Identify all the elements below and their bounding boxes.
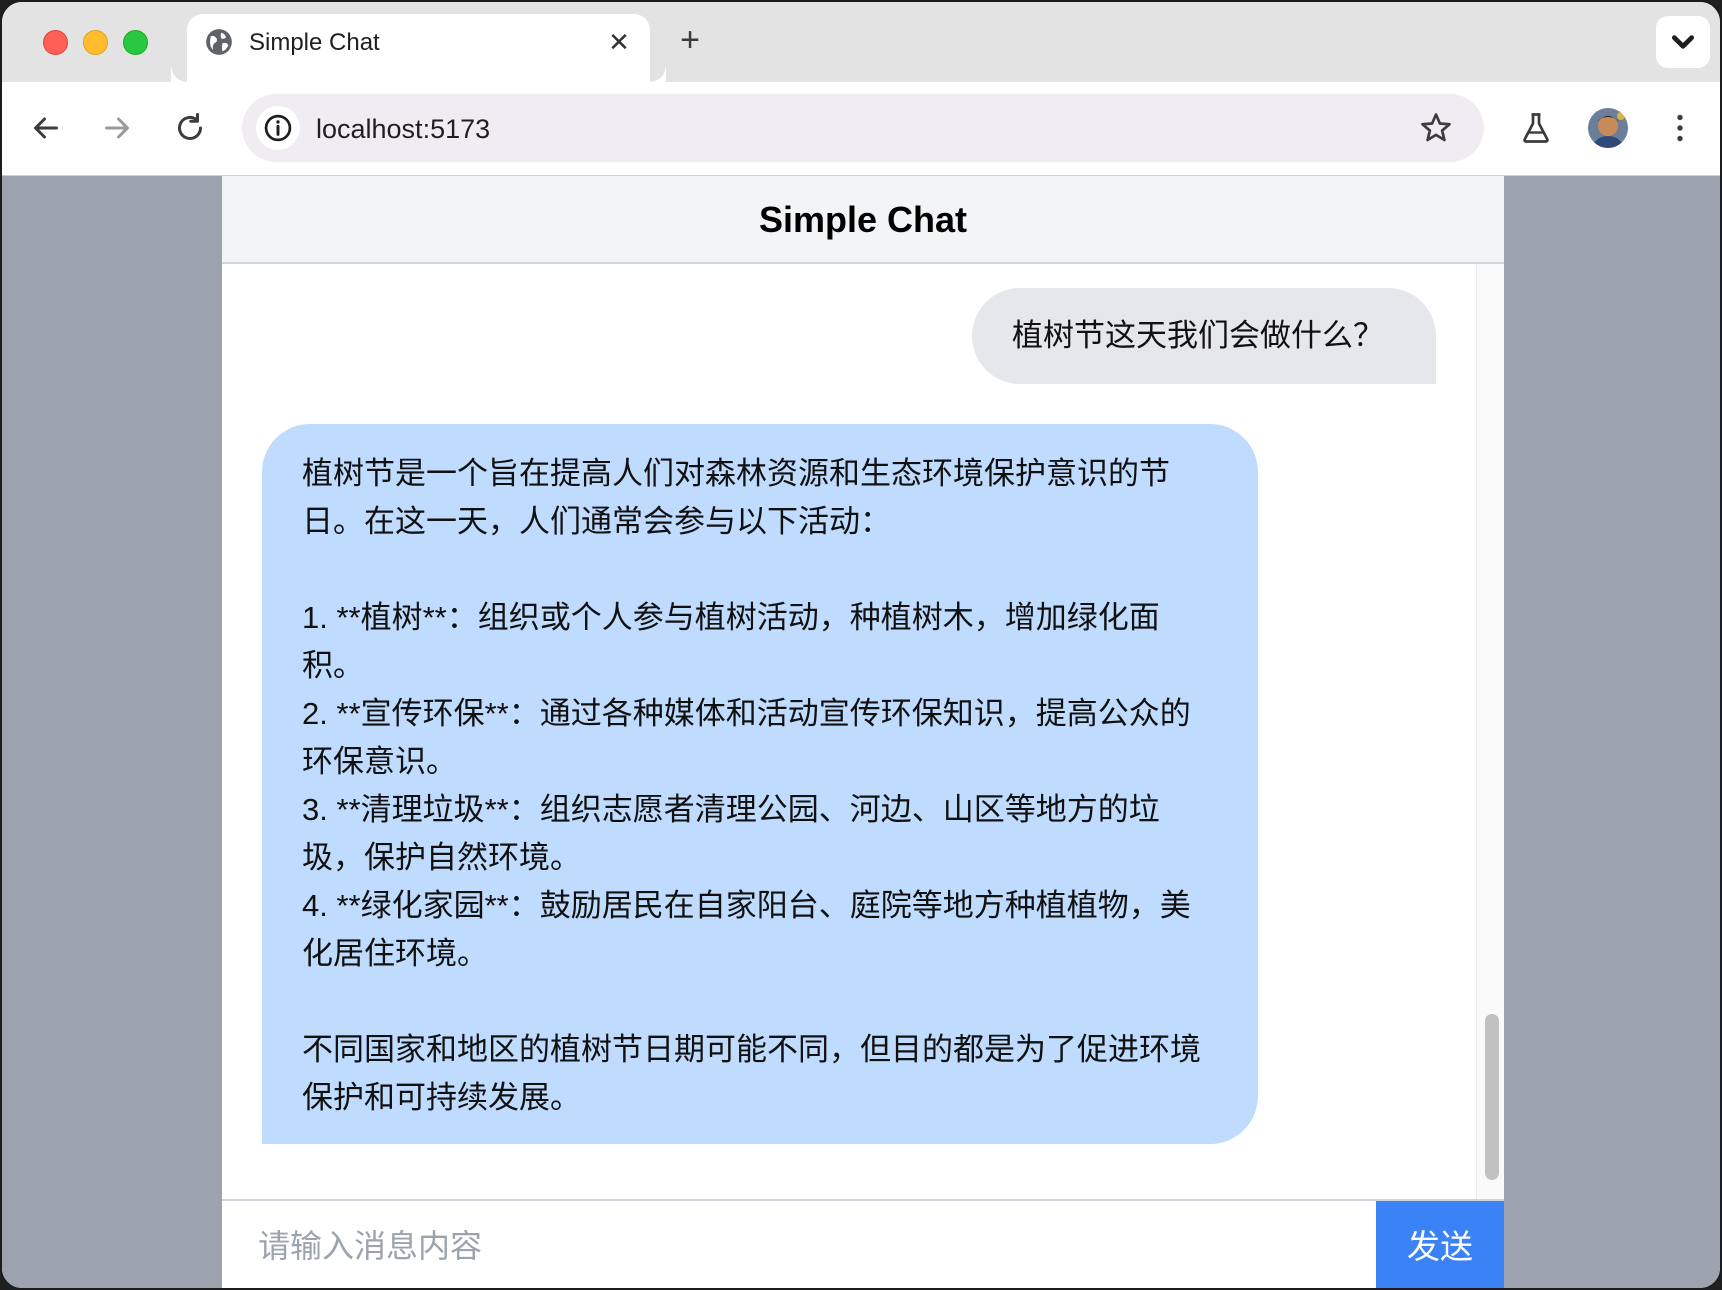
message-list[interactable]: 植树节这天我们会做什么？ 植树节是一个旨在提高人们对森林资源和生态环境保护意识的… [222, 264, 1476, 1199]
avatar-image [1588, 108, 1628, 148]
reload-icon[interactable] [172, 110, 208, 146]
forward-arrow-icon[interactable] [99, 110, 135, 146]
message-input[interactable] [222, 1201, 1376, 1288]
chat-container: Simple Chat 植树节这天我们会做什么？ 植树节是一个旨在提高人们对森林… [222, 176, 1504, 1288]
back-arrow-icon[interactable] [28, 110, 64, 146]
tab-title: Simple Chat [249, 29, 380, 56]
star-icon[interactable] [1418, 110, 1454, 146]
address-bar[interactable]: localhost:5173 [242, 94, 1484, 162]
input-bar: 发送 [222, 1199, 1504, 1288]
scrollbar-thumb[interactable] [1485, 1014, 1499, 1180]
more-vert-icon[interactable] [1662, 110, 1698, 146]
tab-strip: Simple Chat ✕ + [2, 2, 1720, 82]
site-info-button[interactable] [256, 106, 300, 150]
chevron-down-icon [1671, 35, 1695, 49]
maximize-window-button[interactable] [123, 30, 148, 55]
labs-flask-icon[interactable] [1518, 110, 1554, 146]
profile-avatar[interactable] [1588, 108, 1628, 148]
tab-simple-chat[interactable]: Simple Chat ✕ [187, 14, 666, 82]
info-icon [264, 114, 292, 142]
tab-search-button[interactable] [1656, 16, 1710, 68]
globe-icon [206, 29, 232, 55]
url-text[interactable]: localhost:5173 [316, 113, 490, 145]
browser-toolbar: localhost:5173 [2, 82, 1720, 176]
page-title: Simple Chat [758, 199, 968, 240]
plus-icon[interactable]: + [674, 23, 706, 57]
message-scrollbar[interactable] [1476, 264, 1504, 1199]
browser-window: Simple Chat ✕ + localhost:5173 Simple Ch… [0, 0, 1722, 1290]
minimize-window-button[interactable] [83, 30, 108, 55]
user-message: 植树节这天我们会做什么？ [972, 288, 1436, 384]
page-viewport: Simple Chat 植树节这天我们会做什么？ 植树节是一个旨在提高人们对森林… [2, 176, 1720, 1288]
close-icon[interactable]: ✕ [605, 28, 633, 56]
close-window-button[interactable] [43, 30, 68, 55]
chat-header: Simple Chat [222, 176, 1504, 264]
send-button[interactable]: 发送 [1376, 1201, 1504, 1288]
assistant-message: 植树节是一个旨在提高人们对森林资源和生态环境保护意识的节日。在这一天，人们通常会… [262, 424, 1258, 1144]
